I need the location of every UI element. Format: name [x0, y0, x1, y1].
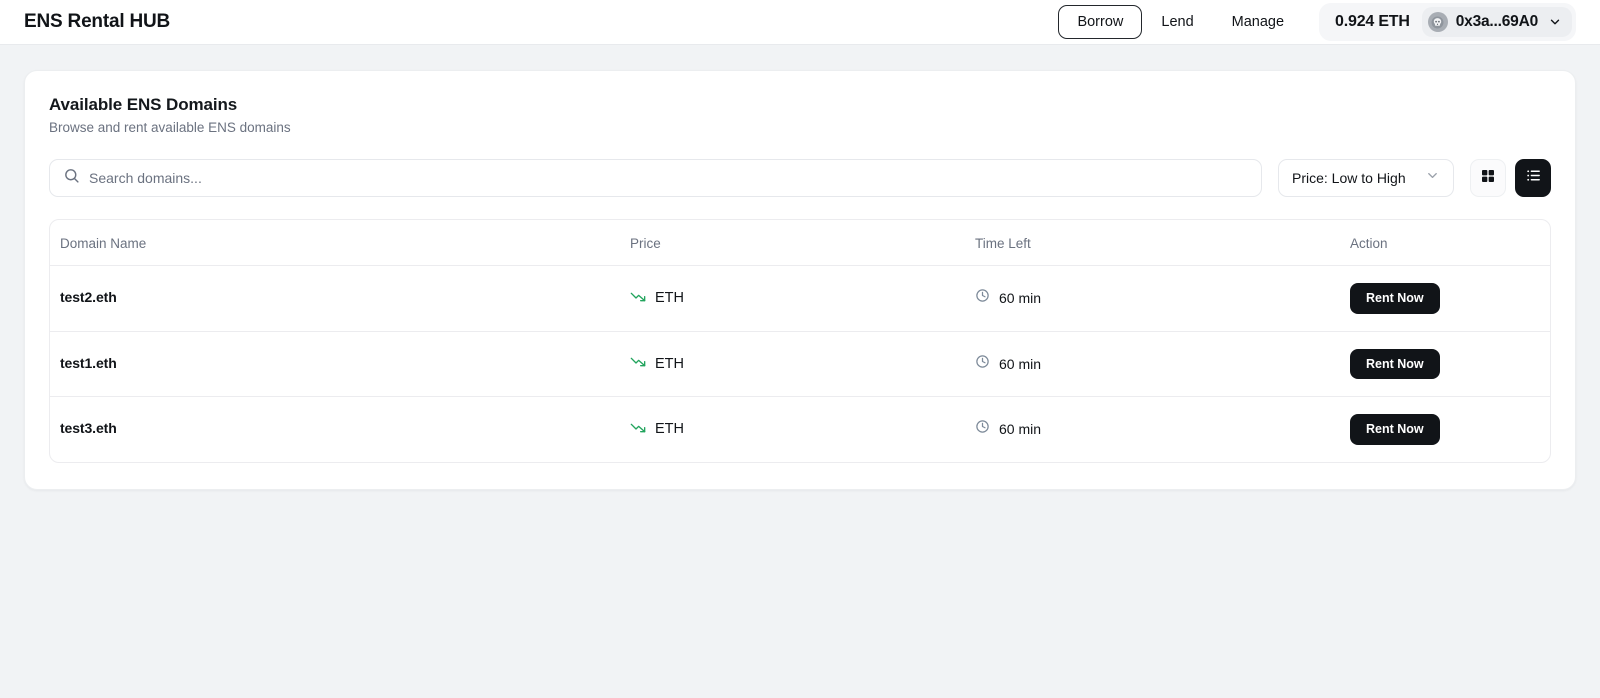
- sort-dropdown[interactable]: Price: Low to High: [1278, 159, 1454, 197]
- column-header-action: Action: [1340, 220, 1550, 266]
- grid-view-icon: [1480, 168, 1496, 189]
- cell-time-left: 60 min: [965, 331, 1340, 397]
- time-left-text: 60 min: [999, 421, 1042, 438]
- rent-now-button[interactable]: Rent Now: [1350, 348, 1440, 379]
- page-subtitle: Browse and rent available ENS domains: [49, 120, 291, 135]
- clock-icon: [975, 419, 990, 439]
- table-head: Domain Name Price Time Left Action: [50, 220, 1550, 266]
- table-body: test2.eth ETH 60 min Rent Now test1.eth …: [50, 265, 1550, 462]
- nav-tab-manage[interactable]: Manage: [1213, 5, 1303, 40]
- clock-icon: [975, 354, 990, 374]
- column-header-domain-name: Domain Name: [50, 220, 620, 266]
- view-mode-toggle: [1470, 159, 1551, 197]
- cell-time-left: 60 min: [965, 265, 1340, 332]
- search-icon: [63, 167, 80, 189]
- cell-action: Rent Now: [1340, 397, 1550, 462]
- cell-price: ETH: [620, 331, 965, 397]
- table-header-row: Domain Name Price Time Left Action: [50, 220, 1550, 266]
- search-field-wrapper[interactable]: [49, 159, 1262, 197]
- cell-domain-name: test1.eth: [50, 331, 620, 397]
- table-row[interactable]: test3.eth ETH 60 min Rent Now: [50, 397, 1550, 462]
- price-text: ETH: [655, 421, 684, 438]
- wallet-button[interactable]: 0.924 ETH 0x3a...69A0: [1319, 3, 1576, 41]
- time-left-text: 60 min: [999, 355, 1042, 372]
- clock-icon: [975, 288, 990, 308]
- domain-name-text: test1.eth: [60, 354, 117, 371]
- cell-action: Rent Now: [1340, 265, 1550, 332]
- wallet-balance: 0.924 ETH: [1335, 13, 1410, 30]
- nav-tab-borrow[interactable]: Borrow: [1058, 4, 1143, 40]
- cell-price: ETH: [620, 397, 965, 462]
- price-text: ETH: [655, 290, 684, 307]
- nav-tab-lend[interactable]: Lend: [1142, 5, 1212, 40]
- domains-table-frame: Domain Name Price Time Left Action test2…: [49, 219, 1551, 463]
- rent-now-button[interactable]: Rent Now: [1350, 283, 1440, 314]
- header-actions: Borrow Lend Manage 0.924 ETH 0x3a...69A0: [1058, 3, 1576, 41]
- domain-name-text: test2.eth: [60, 289, 117, 306]
- list-view-icon: [1525, 167, 1542, 189]
- skull-avatar-icon: [1427, 12, 1448, 32]
- app-brand-title: ENS Rental HUB: [24, 11, 171, 32]
- cell-time-left: 60 min: [965, 397, 1340, 462]
- list-view-button[interactable]: [1515, 159, 1551, 197]
- trending-down-icon: [630, 288, 646, 309]
- cell-action: Rent Now: [1340, 331, 1550, 397]
- sort-selected-value: Price: Low to High: [1292, 170, 1406, 186]
- wallet-address: 0x3a...69A0: [1455, 13, 1538, 30]
- chevron-down-icon: [1548, 15, 1562, 29]
- column-header-price: Price: [620, 220, 965, 266]
- trending-down-icon: [630, 353, 646, 374]
- available-domains-card: Available ENS Domains Browse and rent av…: [24, 70, 1576, 490]
- domain-name-text: test3.eth: [60, 420, 117, 437]
- search-input[interactable]: [89, 170, 1248, 186]
- cell-domain-name: test3.eth: [50, 397, 620, 462]
- grid-view-button[interactable]: [1470, 159, 1506, 197]
- rent-now-button[interactable]: Rent Now: [1350, 414, 1440, 445]
- domains-table: Domain Name Price Time Left Action test2…: [50, 220, 1550, 462]
- table-row[interactable]: test2.eth ETH 60 min Rent Now: [50, 265, 1550, 332]
- price-text: ETH: [655, 355, 684, 372]
- time-left-text: 60 min: [999, 290, 1042, 307]
- page-body: Available ENS Domains Browse and rent av…: [0, 45, 1600, 515]
- chevron-down-icon: [1425, 168, 1440, 188]
- domains-toolbar: Price: Low to High: [49, 159, 1551, 197]
- cell-price: ETH: [620, 265, 965, 332]
- card-header: Available ENS Domains Browse and rent av…: [49, 95, 1551, 135]
- wallet-account-chip[interactable]: 0x3a...69A0: [1421, 7, 1572, 37]
- trending-down-icon: [630, 419, 646, 440]
- column-header-time-left: Time Left: [965, 220, 1340, 266]
- cell-domain-name: test2.eth: [50, 265, 620, 332]
- table-row[interactable]: test1.eth ETH 60 min Rent Now: [50, 331, 1550, 397]
- app-header: ENS Rental HUB Borrow Lend Manage 0.924 …: [0, 0, 1600, 45]
- page-title: Available ENS Domains: [49, 95, 238, 114]
